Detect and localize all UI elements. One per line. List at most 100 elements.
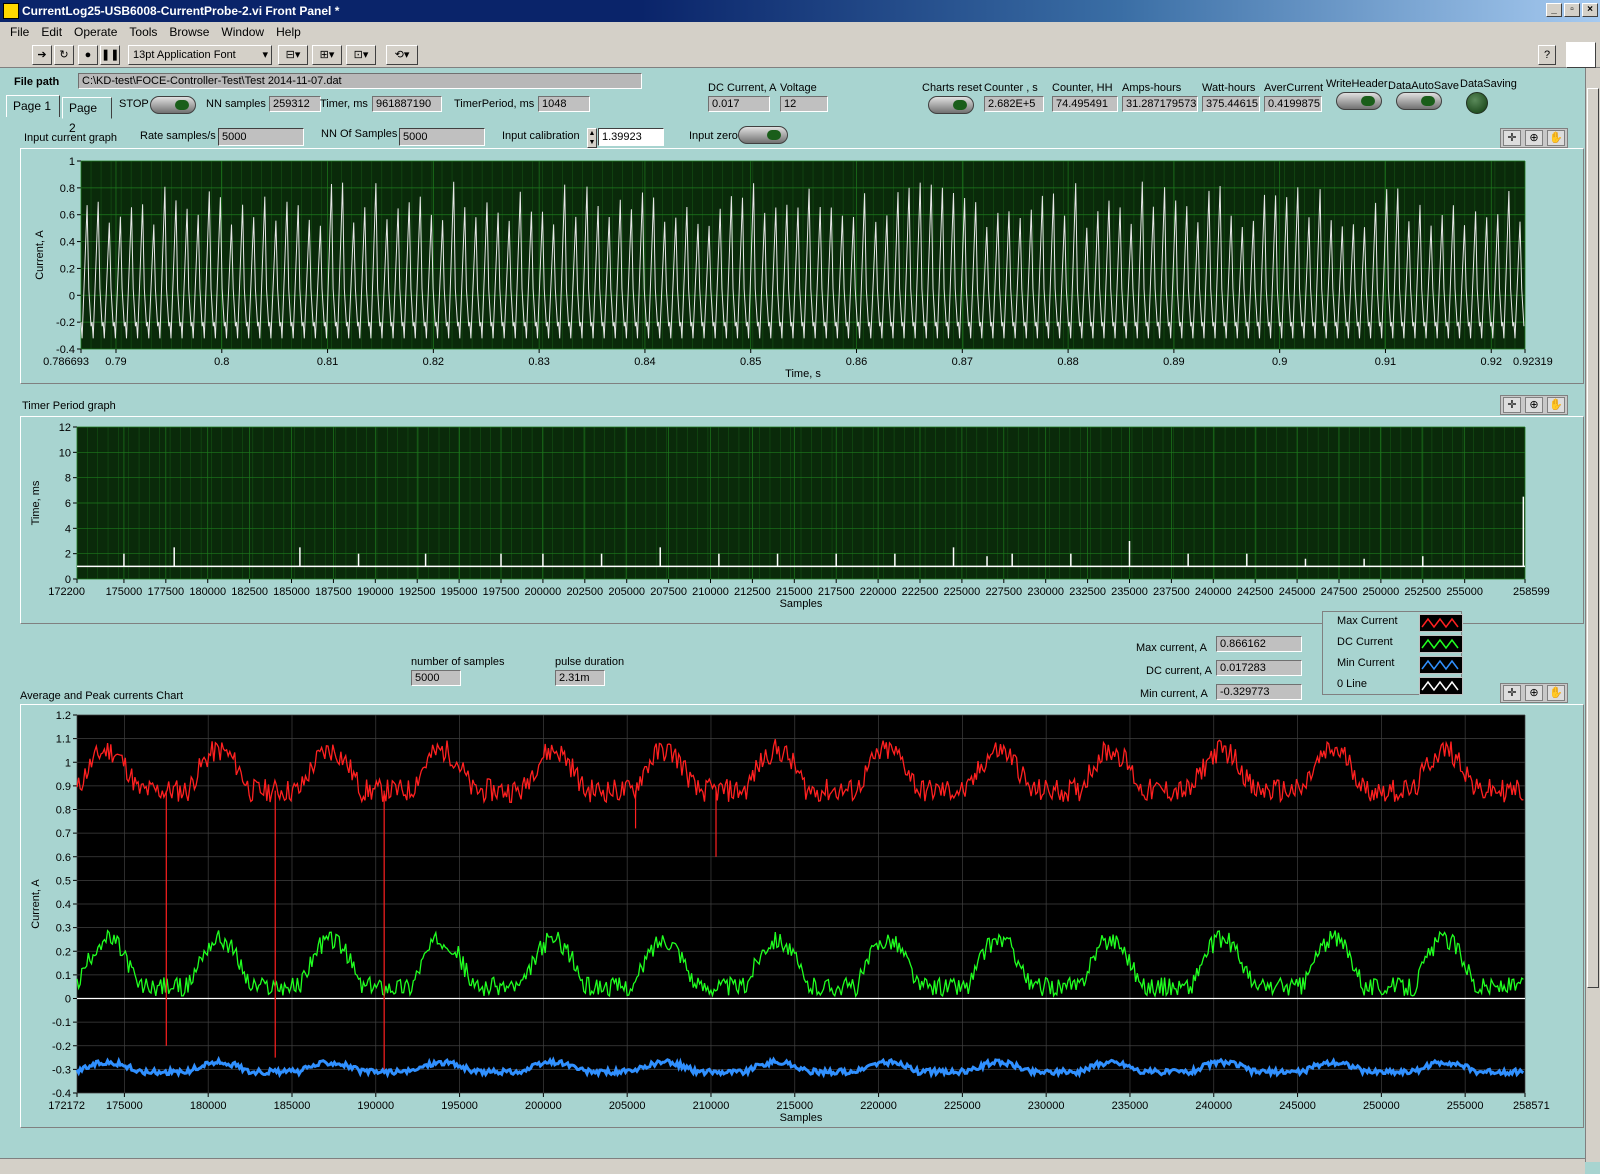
y-tick-label: 0.8 [60, 183, 75, 195]
input-current-graph-svg[interactable]: 1 0.8 0.6 0.4 0.2 0 -0.2 -0.40.786693 0.79 0.8 0.8… [21, 149, 1583, 383]
y-tick-label: 0.4 [60, 237, 75, 249]
abort-icon[interactable]: ● [78, 45, 98, 65]
x-tick-label: 0.9 [1272, 356, 1287, 368]
menu-edit[interactable]: Edit [35, 25, 68, 39]
zoom-icon[interactable]: ⊕ [1525, 130, 1543, 146]
nn-samples-indicator: 259312 [269, 96, 321, 112]
x-tick-label: 250000 [1363, 1100, 1400, 1112]
y-tick-label: 1 [65, 757, 71, 769]
calibration-stepper[interactable]: ▲ ▼ [587, 128, 597, 148]
x-tick-label: 0.86 [846, 356, 867, 368]
menu-tools[interactable]: Tools [123, 25, 163, 39]
y-tick-label: 0 [69, 290, 75, 302]
legend-item[interactable]: Min Current [1323, 654, 1463, 674]
timer-period-label: TimerPeriod, ms [454, 98, 535, 110]
number-of-samples-indicator: 5000 [411, 670, 461, 686]
y-tick-label: 8 [65, 473, 71, 485]
vertical-scroll-thumb[interactable] [1587, 88, 1599, 988]
x-tick-label: 255000 [1447, 1100, 1484, 1112]
minimize-button[interactable]: _ [1546, 3, 1562, 17]
pause-icon[interactable]: ❚❚ [100, 45, 120, 65]
data-autosave-button[interactable] [1396, 92, 1442, 110]
x-tick-label: 195000 [441, 1100, 478, 1112]
legend-item[interactable]: Max Current [1323, 612, 1463, 632]
charts-reset-button[interactable] [928, 96, 974, 114]
distribute-objects-icon[interactable]: ⊞▾ [312, 45, 342, 65]
x-tick-label: 175000 [106, 586, 143, 598]
tab-page-1[interactable]: Page 1 [6, 95, 60, 117]
x-tick-label: 0.83 [528, 356, 549, 368]
average-peak-chart-svg[interactable]: 1.2 1.1 1 0.9 0.8 0.7 0.6 0.5 0.4 0.3 0.2 0.1 0 -0.1 -… [21, 705, 1583, 1127]
y-tick-label: 4 [65, 523, 71, 535]
y-tick-label: -0.3 [52, 1064, 71, 1076]
stop-button[interactable] [150, 96, 196, 114]
zoom-icon[interactable]: ⊕ [1525, 685, 1543, 701]
x-tick-label: 215000 [776, 586, 813, 598]
horizontal-scrollbar[interactable] [0, 1158, 1585, 1174]
font-selector[interactable]: 13pt Application Font ▾ [128, 45, 272, 65]
x-tick-label: 200000 [525, 1100, 562, 1112]
menu-bar: File Edit Operate Tools Browse Window He… [0, 22, 1600, 42]
min-current-label: Min current, A [1140, 688, 1208, 700]
menu-window[interactable]: Window [215, 25, 270, 39]
x-tick-label: 222500 [902, 586, 939, 598]
pan-hand-icon[interactable]: ✋ [1547, 130, 1565, 146]
amp-hours-label: Amps-hours [1122, 82, 1182, 94]
nn-of-samples-field[interactable]: 5000 [399, 128, 485, 146]
rate-field[interactable]: 5000 [218, 128, 304, 146]
file-path-field[interactable]: C:\KD-test\FOCE-Controller-Test\Test 201… [78, 73, 642, 89]
legend-item[interactable]: 0 Line [1323, 675, 1463, 695]
counter-s-indicator: 2.682E+5 [984, 96, 1044, 112]
data-saving-led [1466, 92, 1488, 114]
graph-palette-2: ✛ ⊕ ✋ [1500, 395, 1568, 415]
x-tick-label: 0.92 [1481, 356, 1502, 368]
run-arrow-icon[interactable]: ➔ [32, 45, 52, 65]
min-current-indicator: -0.329773 [1216, 684, 1302, 700]
aver-current-indicator: 0.4199875 [1264, 96, 1322, 112]
menu-browse[interactable]: Browse [163, 25, 215, 39]
resize-objects-icon[interactable]: ⊡▾ [346, 45, 376, 65]
menu-operate[interactable]: Operate [68, 25, 123, 39]
toolbar: ➔ ↻ ● ❚❚ 13pt Application Font ▾ ⊟▾ ⊞▾ ⊡▾… [0, 42, 1600, 68]
cursor-icon[interactable]: ✛ [1503, 685, 1521, 701]
write-header-button[interactable] [1336, 92, 1382, 110]
run-continuously-icon[interactable]: ↻ [54, 45, 74, 65]
menu-file[interactable]: File [4, 25, 35, 39]
pan-hand-icon[interactable]: ✋ [1547, 685, 1565, 701]
y-tick-label: 1.1 [56, 734, 71, 746]
restore-button[interactable]: ▫ [1564, 3, 1580, 17]
help-icon[interactable]: ? [1538, 45, 1556, 65]
x-tick-label: 177500 [147, 586, 184, 598]
x-tick-label: 202500 [566, 586, 603, 598]
x-axis-label: Samples [780, 1112, 823, 1124]
cursor-icon[interactable]: ✛ [1503, 397, 1521, 413]
x-tick-label: 215000 [776, 1100, 813, 1112]
stop-label: STOP [119, 98, 149, 110]
window-title-bar: CurrentLog25-USB6008-CurrentProbe-2.vi F… [0, 0, 1600, 22]
zoom-icon[interactable]: ⊕ [1525, 397, 1543, 413]
align-objects-icon[interactable]: ⊟▾ [278, 45, 308, 65]
y-tick-label: -0.4 [56, 344, 75, 356]
cursor-icon[interactable]: ✛ [1503, 130, 1521, 146]
reorder-icon[interactable]: ⟲▾ [386, 45, 418, 65]
x-tick-label: 237500 [1153, 586, 1190, 598]
x-tick-label: 0.91 [1375, 356, 1396, 368]
y-tick-label: 0.4 [56, 899, 71, 911]
vertical-scrollbar[interactable] [1585, 68, 1600, 1162]
y-tick-label: 0.5 [56, 875, 71, 887]
x-tick-label: 0.89 [1163, 356, 1184, 368]
x-tick-label: 212500 [734, 586, 771, 598]
input-zero-button[interactable] [738, 126, 788, 144]
menu-help[interactable]: Help [270, 25, 307, 39]
close-button[interactable]: × [1582, 3, 1598, 17]
x-tick-label: 240000 [1195, 1100, 1232, 1112]
pan-hand-icon[interactable]: ✋ [1547, 397, 1565, 413]
x-tick-label: 192500 [399, 586, 436, 598]
timer-period-graph-svg[interactable]: 12 10 8 6 4 2 0172200 175000 177500 180000 182500 1… [21, 417, 1583, 623]
input-calibration-field[interactable]: 1.39923 [598, 128, 664, 146]
y-tick-label: -0.4 [52, 1088, 71, 1100]
legend-item[interactable]: DC Current [1323, 633, 1463, 653]
x-tick-label: 0.92319 [1513, 356, 1553, 368]
charts-reset-label: Charts reset [922, 82, 982, 94]
tab-page-2[interactable]: Page 2 [62, 97, 112, 135]
